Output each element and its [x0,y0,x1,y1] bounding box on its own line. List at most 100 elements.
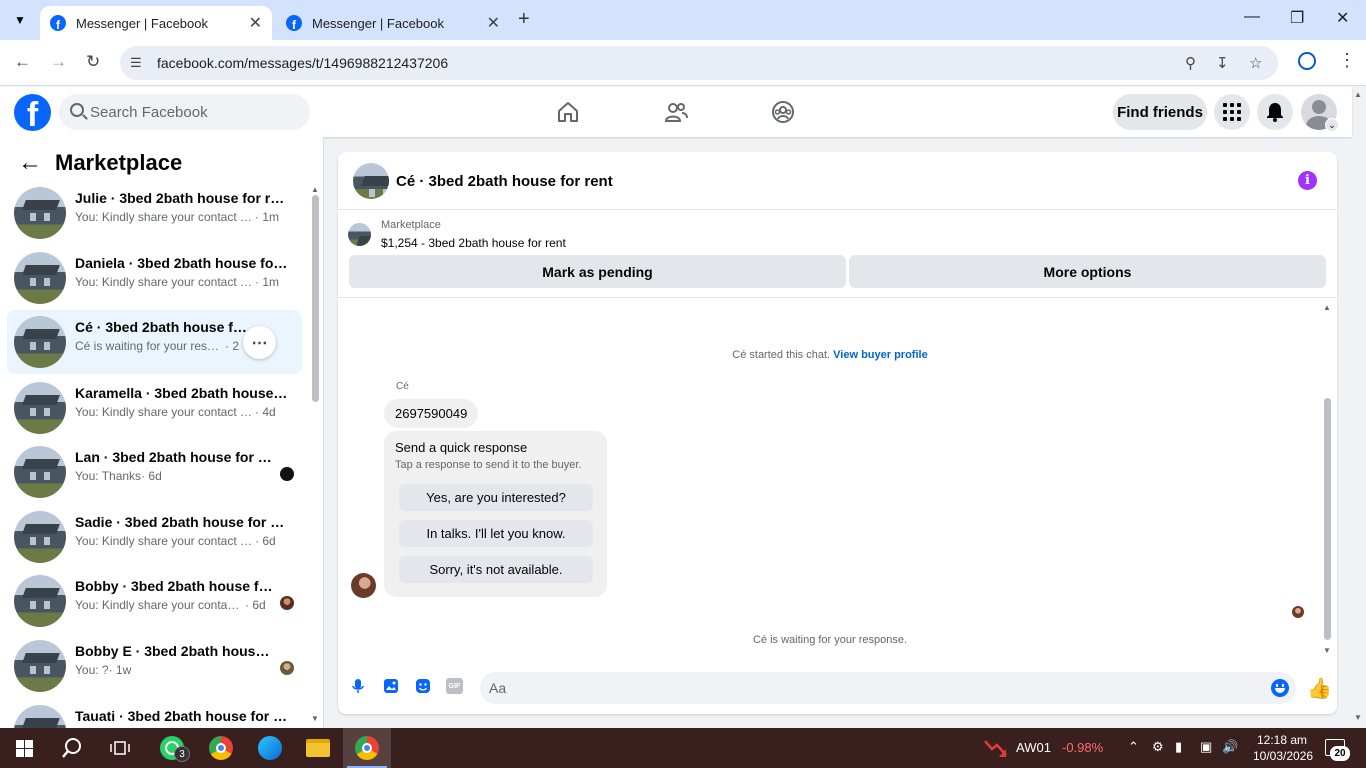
minimize-button[interactable]: — [1244,8,1260,26]
network-adapter-icon[interactable]: ⚙ [1152,739,1164,755]
zoom-icon[interactable]: ⚲ [1185,54,1196,72]
page-scroll-up-icon[interactable]: ▲ [1354,90,1362,99]
chevron-down-icon[interactable]: ⌄ [1325,118,1339,132]
microphone-icon[interactable] [350,678,366,694]
home-icon[interactable] [556,100,580,124]
search-input[interactable] [90,94,300,130]
listing-thumbnail[interactable] [353,163,389,199]
conversation-item[interactable]: Julie · 3bed 2bath house for rent You: K… [7,181,302,245]
message-input[interactable] [480,672,1296,704]
whatsapp-icon[interactable]: 3 [148,728,196,768]
address-bar[interactable]: ☰ facebook.com/messages/t/14969882124372… [120,46,1278,80]
conversation-item[interactable]: Tauati · 3bed 2bath house for rent [7,699,302,728]
facebook-search[interactable] [59,94,310,130]
conversation-preview: You: Kindly share your contact nu... · 1m [75,210,279,224]
stock-symbol[interactable]: AW01 [1016,740,1051,755]
site-info-icon[interactable]: ☰ [130,55,142,71]
conversation-item[interactable]: Bobby · 3bed 2bath house for... You: Kin… [7,569,302,633]
stock-chart-icon[interactable] [984,737,1008,759]
close-tab-icon[interactable]: ✕ [249,13,262,33]
network-icon[interactable]: ▣ [1200,739,1212,755]
conversation-item[interactable]: Daniela · 3bed 2bath house for r... You:… [7,246,302,310]
sticker-icon[interactable] [415,678,431,694]
install-app-icon[interactable]: ↧ [1216,54,1229,72]
facebook-logo[interactable]: f [14,94,51,131]
chat-scrollbar[interactable] [1324,398,1331,640]
chrome-profile-icon[interactable] [343,728,391,768]
volume-icon[interactable]: 🔊 [1222,739,1238,755]
scroll-up-arrow-icon[interactable]: ▲ [311,185,319,194]
chevron-up-icon[interactable]: ⌃ [1128,739,1139,755]
forward-icon[interactable]: → [50,52,67,72]
conversation-item[interactable]: Karamella · 3bed 2bath house f... You: K… [7,376,302,440]
scroll-down-arrow-icon[interactable]: ▼ [1323,646,1331,655]
start-button[interactable] [0,728,48,768]
mark-as-pending-button[interactable]: Mark as pending [349,255,846,288]
url-text[interactable]: facebook.com/messages/t/1496988212437206 [157,55,448,71]
view-buyer-profile-link[interactable]: View buyer profile [833,349,928,361]
find-friends-button[interactable]: Find friends [1113,94,1207,130]
browser-tab[interactable]: f Messenger | Facebook ✕ [276,6,510,40]
restore-button[interactable]: ❐ [1290,8,1304,28]
scroll-up-arrow-icon[interactable]: ▲ [1323,303,1331,312]
search-taskbar-icon[interactable] [48,728,96,768]
conversation-item[interactable]: Bobby E · 3bed 2bath house f... You: ?· … [7,634,302,698]
conversation-item[interactable]: Sadie · 3bed 2bath house for rent You: K… [7,505,302,569]
browser-profile-icon[interactable] [1298,52,1316,70]
chat-title[interactable]: Cé · 3bed 2bath house for rent [396,173,613,190]
close-window-button[interactable]: ✕ [1336,8,1349,28]
conversation-name: Karamella · 3bed 2bath house f... [75,385,289,401]
sender-avatar[interactable] [351,573,376,598]
task-view-icon[interactable] [96,728,144,768]
friends-icon[interactable] [664,100,688,124]
quick-response-button[interactable]: Sorry, it's not available. [399,556,593,583]
edge-icon[interactable] [246,728,294,768]
menu-grid-icon[interactable] [1214,94,1250,130]
conversation-preview: You: ?· 1w [75,663,132,677]
conversation-item-active[interactable]: Cé · 3bed 2bath house for rent Cé is wai… [7,310,302,374]
conversation-preview: You: Kindly share your contact num... · 6… [75,534,276,548]
conversation-item[interactable]: Lan · 3bed 2bath house for rent You: Tha… [7,440,302,504]
gif-icon[interactable]: GIF [446,678,463,694]
battery-icon[interactable]: ▮ [1175,739,1182,755]
back-icon[interactable]: ← [14,52,31,72]
info-icon[interactable]: i [1298,171,1317,190]
like-thumb-icon[interactable]: 👍 [1307,676,1332,701]
browser-menu-icon[interactable]: ⋮ [1338,50,1356,71]
listing-thumbnail[interactable] [348,223,371,246]
photo-icon[interactable] [383,678,399,694]
groups-icon[interactable] [771,100,795,124]
notifications-bell-icon[interactable] [1257,94,1293,130]
conversation-name: Bobby E · 3bed 2bath house f... [75,643,273,659]
quick-response-button[interactable]: In talks. I'll let you know. [399,520,593,547]
chrome-icon[interactable] [197,728,245,768]
tab-search-button[interactable]: ▼ [8,9,32,31]
browser-tab-active[interactable]: f Messenger | Facebook ✕ [40,6,272,40]
reload-icon[interactable]: ↻ [86,52,100,72]
facebook-favicon-icon: f [50,15,66,31]
more-options-button[interactable]: More options [849,255,1326,288]
stock-change[interactable]: -0.98% [1062,740,1103,755]
scroll-down-arrow-icon[interactable]: ▼ [311,714,319,723]
chat-started-notice: Cé started this chat. View buyer profile [732,349,928,361]
file-explorer-icon[interactable] [294,728,342,768]
quick-response-title: Send a quick response [395,440,528,455]
message-bubble[interactable]: 2697590049 [384,399,479,428]
clock[interactable]: 12:18 am 10/03/2026 [1253,732,1313,764]
conversation-preview: You: Thanks· 6d [75,469,162,483]
listing-price-title[interactable]: $1,254 - 3bed 2bath house for rent [381,236,566,250]
bookmark-star-icon[interactable]: ☆ [1249,54,1262,72]
page-scroll-down-icon[interactable]: ▼ [1354,713,1362,722]
sidebar-header: ← Marketplace [18,149,182,177]
sidebar-scrollbar[interactable] [312,195,319,402]
new-tab-button[interactable]: + [518,8,530,31]
more-options-icon[interactable]: ⋯ [243,326,276,359]
marketplace-sidebar: ← Marketplace Julie · 3bed 2bath house f… [0,137,324,728]
close-tab-icon[interactable]: ✕ [487,13,500,33]
conversation-preview: Cé is waiting for your response.· 2 [75,339,240,353]
back-arrow-icon[interactable]: ← [18,149,42,177]
browser-toolbar: ← → ↻ ☰ facebook.com/messages/t/14969882… [0,40,1366,86]
quick-response-button[interactable]: Yes, are you interested? [399,484,593,511]
emoji-icon[interactable] [1271,679,1289,697]
seen-by-avatar [1292,606,1304,618]
